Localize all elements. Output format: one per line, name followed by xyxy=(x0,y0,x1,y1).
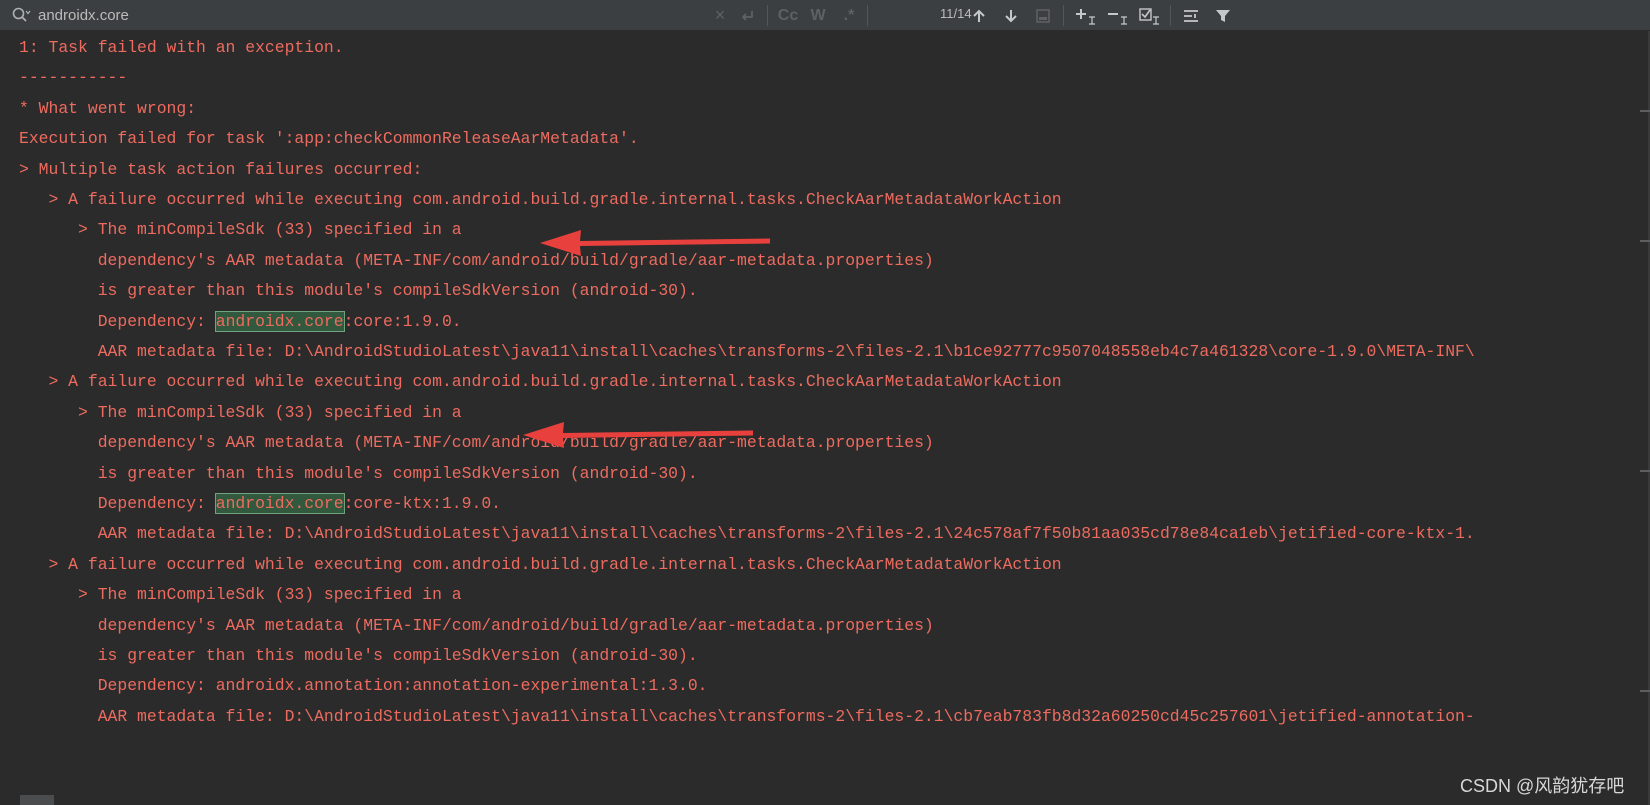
line-suffix: :core:1.9.0. xyxy=(343,311,462,331)
console-line: > The minCompileSdk (33) specified in a xyxy=(19,220,462,240)
console-line: AAR metadata file: D:\AndroidStudioLates… xyxy=(19,342,1475,361)
console-line: > A failure occurred while executing com… xyxy=(19,554,1062,574)
scroll-marker xyxy=(1640,240,1650,242)
console-line: dependency's AAR metadata (META-INF/com/… xyxy=(19,433,934,453)
scroll-marker xyxy=(1640,690,1650,692)
newline-icon[interactable] xyxy=(736,3,758,28)
console-line: AAR metadata file: D:\AndroidStudioLates… xyxy=(19,706,1475,726)
words-toggle[interactable]: W xyxy=(808,3,828,28)
console-line: Dependency: androidx.annotation:annotati… xyxy=(19,676,708,696)
console-line: ----------- xyxy=(19,68,128,88)
console-line: is greater than this module's compileSdk… xyxy=(19,281,698,301)
console-line: > The minCompileSdk (33) specified in a xyxy=(19,402,462,422)
console-line: AAR metadata file: D:\AndroidStudioLates… xyxy=(19,524,1475,544)
console-line: 1: Task failed with an exception. xyxy=(19,38,344,57)
scroll-marker xyxy=(1640,470,1650,472)
red-arrow-annotation xyxy=(540,230,770,256)
match-counter: 11/14 xyxy=(940,6,972,21)
console-output[interactable]: 1: Task failed with an exception. -------… xyxy=(0,31,1650,805)
scroll-marker xyxy=(1640,110,1650,112)
add-selection-icon[interactable] xyxy=(1072,3,1100,28)
search-match-highlight: androidx.core xyxy=(214,493,345,514)
search-icon[interactable] xyxy=(11,6,31,24)
arrow-up-icon[interactable] xyxy=(968,3,990,28)
toolbar-separator xyxy=(767,5,768,26)
line-prefix: Dependency: xyxy=(19,494,216,513)
toolbar-separator xyxy=(867,5,868,26)
arrow-down-icon[interactable] xyxy=(1000,3,1022,28)
search-match-highlight: androidx.core xyxy=(214,310,345,332)
select-all-icon[interactable] xyxy=(1032,3,1054,28)
horizontal-scrollbar-thumb[interactable] xyxy=(20,795,54,805)
console-line: dependency's AAR metadata (META-INF/com/… xyxy=(19,250,934,270)
console-line: > A failure occurred while executing com… xyxy=(19,372,1062,392)
console-line: is greater than this module's compileSdk… xyxy=(19,463,698,483)
regex-toggle[interactable]: .* xyxy=(840,3,858,28)
console-line: Execution failed for task ':app:checkCom… xyxy=(19,129,639,149)
console-line: > The minCompileSdk (33) specified in a xyxy=(19,585,462,605)
console-line: dependency's AAR metadata (META-INF/com/… xyxy=(19,615,934,635)
console-line: * What went wrong: xyxy=(19,98,197,118)
console-line: > Multiple task action failures occurred… xyxy=(19,159,423,179)
toolbar-separator xyxy=(1170,5,1171,26)
toolbar-separator xyxy=(1063,5,1064,26)
red-arrow-annotation xyxy=(523,422,753,448)
clear-icon[interactable]: × xyxy=(712,3,728,28)
filter-icon[interactable] xyxy=(1212,3,1234,28)
console-line: Dependency: androidx.core:core:1.9.0. xyxy=(19,310,462,334)
select-all-occurrences-icon[interactable] xyxy=(1136,3,1164,28)
match-case-toggle[interactable]: Cc xyxy=(776,3,800,28)
console-line: Dependency: androidx.core:core-ktx:1.9.0… xyxy=(19,492,501,516)
watermark: CSDN @风韵犹存吧 xyxy=(1460,776,1625,796)
line-suffix: :core-ktx:1.9.0. xyxy=(343,494,501,513)
search-input[interactable] xyxy=(38,3,698,27)
console-line: is greater than this module's compileSdk… xyxy=(19,646,698,665)
line-prefix: Dependency: xyxy=(19,311,216,331)
filter-settings-icon[interactable] xyxy=(1180,3,1202,28)
console-line: > A failure occurred while executing com… xyxy=(19,190,1062,209)
remove-selection-icon[interactable] xyxy=(1104,3,1132,28)
search-toolbar: × Cc W .* 11/14 xyxy=(0,0,1650,31)
